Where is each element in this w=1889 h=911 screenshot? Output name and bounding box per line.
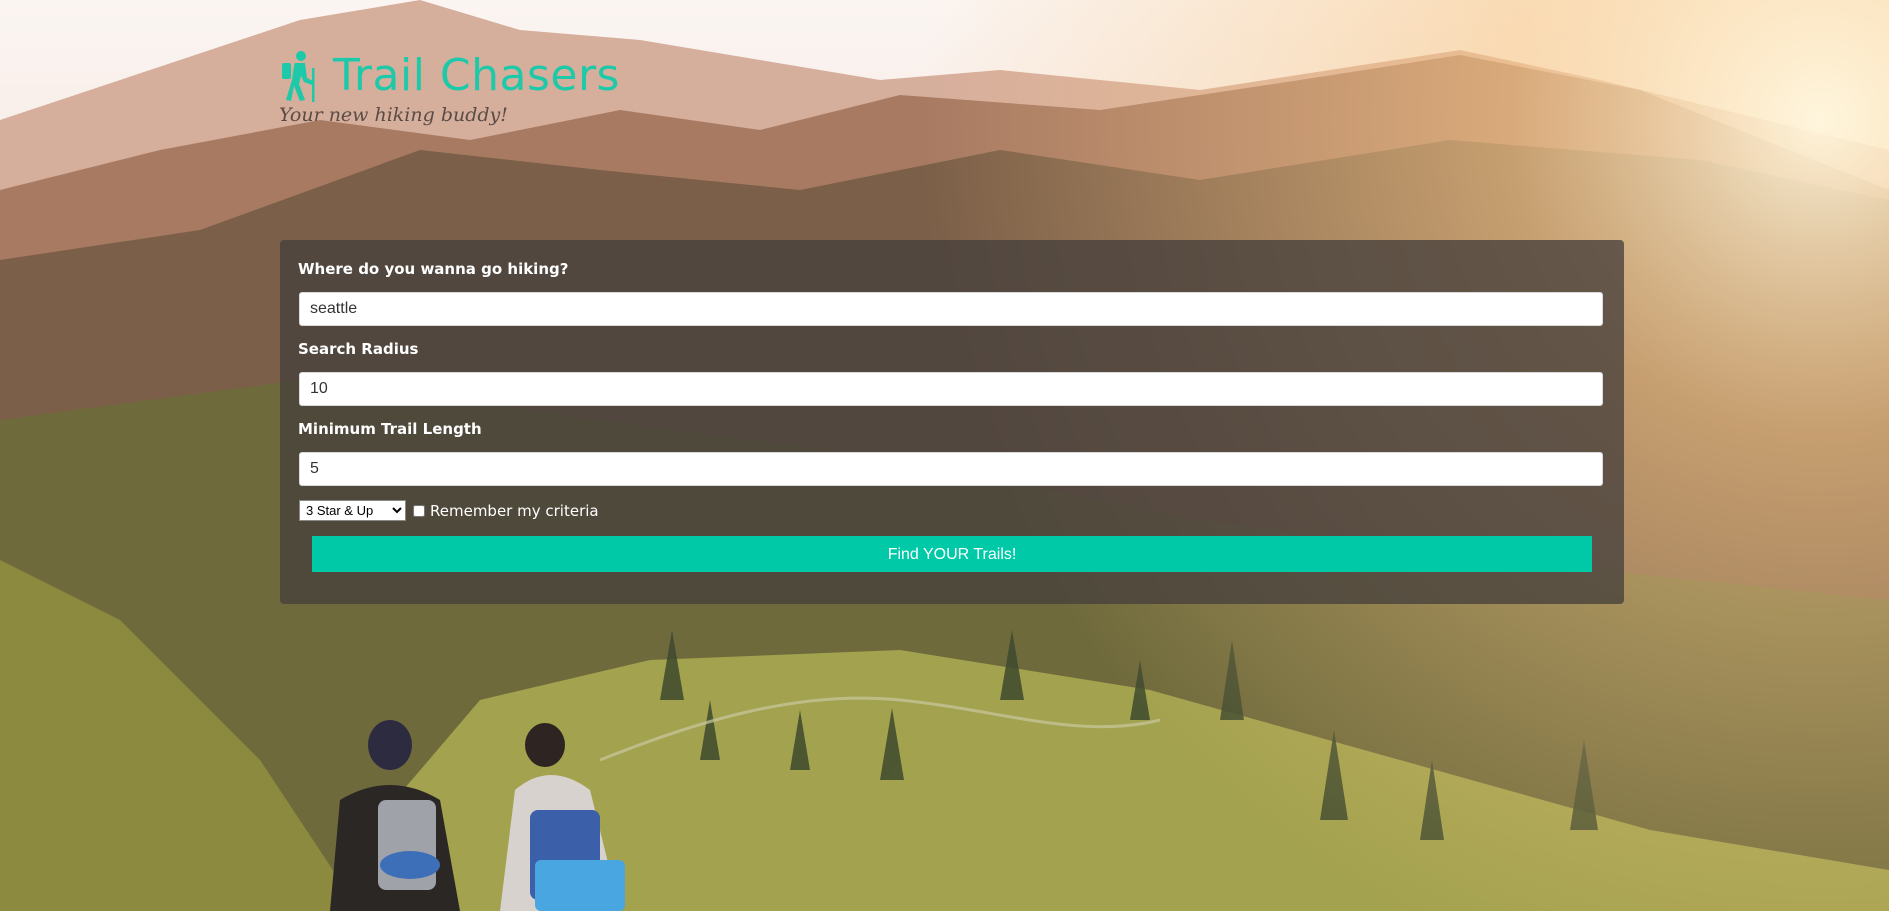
site-header: Trail Chasers Your new hiking buddy! bbox=[279, 46, 879, 126]
location-label: Where do you wanna go hiking? bbox=[298, 260, 569, 278]
remember-label: Remember my criteria bbox=[430, 501, 599, 520]
radius-label: Search Radius bbox=[298, 340, 419, 358]
min-length-input[interactable]: 5 bbox=[299, 452, 1603, 486]
radius-input[interactable]: 10 bbox=[299, 372, 1603, 406]
remember-checkbox[interactable] bbox=[413, 504, 425, 517]
brand-subtitle: Your new hiking buddy! bbox=[279, 104, 508, 126]
options-row: 3 Star & Up Remember my criteria bbox=[299, 500, 599, 521]
hiker-icon bbox=[282, 51, 315, 102]
search-form-panel: Where do you wanna go hiking? seattle Se… bbox=[280, 240, 1624, 604]
location-input[interactable]: seattle bbox=[299, 292, 1603, 326]
brand-title: Trail Chasers bbox=[333, 50, 620, 101]
brand-row: Trail Chasers bbox=[279, 46, 879, 106]
rating-select[interactable]: 3 Star & Up bbox=[299, 500, 406, 521]
find-trails-button[interactable]: Find YOUR Trails! bbox=[312, 536, 1592, 572]
min-length-label: Minimum Trail Length bbox=[298, 420, 482, 438]
